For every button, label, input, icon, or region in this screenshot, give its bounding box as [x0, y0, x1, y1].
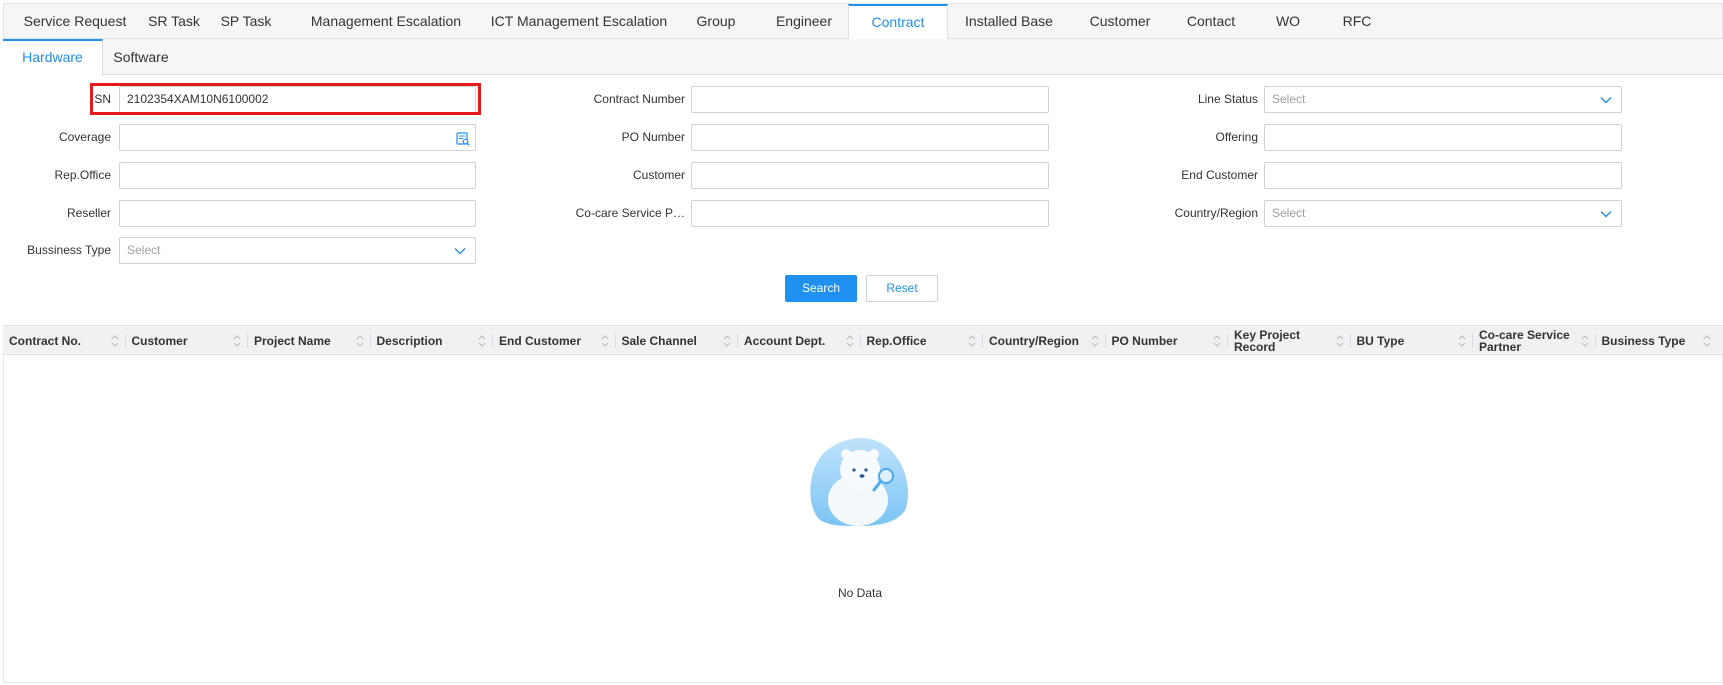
sort-icon[interactable]	[1702, 332, 1712, 350]
cocare-partner-input[interactable]	[691, 200, 1049, 227]
tab-engineer[interactable]: Engineer	[762, 4, 846, 39]
business-type-select[interactable]: Select	[119, 237, 476, 264]
po-number-label: PO Number	[621, 130, 685, 144]
tab-management-escalation[interactable]: Management Escalation	[294, 4, 478, 39]
end-customer-label: End Customer	[1181, 168, 1258, 182]
column-header[interactable]: PO Number	[1106, 326, 1228, 356]
chevron-down-icon	[1599, 87, 1613, 112]
sort-icon[interactable]	[1457, 332, 1467, 350]
column-header[interactable]: Sale Channel	[616, 326, 738, 356]
sort-icon[interactable]	[1090, 332, 1100, 350]
column-header[interactable]: Customer	[126, 326, 248, 356]
column-header-label: Account Dept.	[744, 334, 826, 348]
sort-icon[interactable]	[967, 332, 977, 350]
business-type-placeholder: Select	[127, 243, 161, 257]
chevron-down-icon	[453, 238, 467, 263]
sort-icon[interactable]	[355, 332, 365, 350]
contract-number-label: Contract Number	[593, 92, 685, 106]
coverage-label: Coverage	[58, 130, 111, 144]
column-header-label: Co-care Service Partner	[1479, 328, 1570, 354]
po-number-input[interactable]	[691, 124, 1049, 151]
tab-installed-base[interactable]: Installed Base	[956, 4, 1062, 39]
column-header[interactable]: Rep.Office	[861, 326, 983, 356]
empty-state-text: No Data	[837, 586, 883, 600]
tab-software[interactable]: Software	[103, 39, 179, 75]
chevron-down-icon	[1599, 201, 1613, 226]
coverage-input[interactable]	[119, 124, 476, 151]
offering-input[interactable]	[1264, 124, 1622, 151]
line-status-placeholder: Select	[1272, 92, 1306, 106]
tab-contract[interactable]: Contract	[848, 4, 948, 40]
column-header-label: BU Type	[1356, 334, 1405, 348]
rep-office-input[interactable]	[119, 162, 476, 189]
column-header-label: Business Type	[1601, 334, 1686, 348]
country-region-select[interactable]: Select	[1264, 200, 1622, 227]
line-status-label: Line Status	[1197, 92, 1258, 106]
polar-bear-empty-illustration	[800, 430, 920, 530]
rep-office-label: Rep.Office	[54, 168, 111, 182]
sort-icon[interactable]	[232, 332, 242, 350]
business-type-label: Bussiness Type	[27, 243, 111, 257]
column-header-label: Project Name	[254, 334, 331, 348]
column-header[interactable]: Account Dept.	[738, 326, 861, 356]
sort-icon[interactable]	[1212, 332, 1222, 350]
tab-sp-task[interactable]: SP Task	[210, 4, 282, 39]
main-tab-bar: Service Request SR Task SP Task Manageme…	[3, 3, 1723, 40]
tab-group[interactable]: Group	[676, 4, 756, 39]
tab-sr-task[interactable]: SR Task	[138, 4, 210, 39]
end-customer-input[interactable]	[1264, 162, 1622, 189]
sort-icon[interactable]	[722, 332, 732, 350]
column-header-label: Description	[376, 334, 443, 348]
sub-tab-bar: Hardware Software	[3, 39, 1723, 76]
column-header-label: Country/Region	[989, 334, 1079, 348]
sort-icon[interactable]	[845, 332, 855, 350]
column-header-label: Sale Channel	[621, 334, 697, 348]
column-header[interactable]: Country/Region	[983, 326, 1106, 356]
tab-contact[interactable]: Contact	[1168, 4, 1254, 39]
column-header[interactable]: End Customer	[493, 326, 616, 356]
reset-button[interactable]: Reset	[866, 275, 938, 302]
tab-wo[interactable]: WO	[1258, 4, 1318, 39]
sort-icon[interactable]	[1335, 332, 1345, 350]
search-button[interactable]: Search	[785, 275, 857, 302]
column-header[interactable]: Co-care Service Partner	[1473, 326, 1596, 356]
column-header[interactable]: Contract No.	[3, 326, 126, 356]
customer-label: Customer	[632, 168, 685, 182]
tab-service-request[interactable]: Service Request	[12, 4, 138, 39]
column-header-label: Rep.Office	[866, 334, 927, 348]
reseller-label: Reseller	[66, 206, 111, 220]
column-header-label: Customer	[131, 334, 188, 348]
column-header[interactable]: Business Type	[1596, 326, 1719, 356]
cocare-partner-label: Co-care Service P…	[575, 206, 685, 220]
column-header-label: PO Number	[1111, 334, 1178, 348]
country-region-label: Country/Region	[1174, 206, 1258, 220]
column-header-label: Contract No.	[9, 334, 81, 348]
tab-ict-management-escalation[interactable]: ICT Management Escalation	[482, 4, 676, 39]
contract-number-input[interactable]	[691, 86, 1049, 113]
customer-input[interactable]	[691, 162, 1049, 189]
column-header[interactable]: BU Type	[1351, 326, 1473, 356]
offering-label: Offering	[1215, 130, 1258, 144]
column-header[interactable]: Project Name	[248, 326, 371, 356]
sort-icon[interactable]	[1580, 332, 1590, 350]
sort-icon[interactable]	[600, 332, 610, 350]
results-table-header: Contract No. Customer Project Name Descript…	[3, 325, 1723, 355]
reseller-input[interactable]	[119, 200, 476, 227]
column-header-label: End Customer	[499, 334, 582, 348]
country-region-placeholder: Select	[1272, 206, 1306, 220]
sort-icon[interactable]	[110, 332, 120, 350]
sn-highlight-box	[90, 83, 481, 115]
tab-customer[interactable]: Customer	[1074, 4, 1166, 39]
sort-icon[interactable]	[477, 332, 487, 350]
column-header-label: Key Project Record	[1234, 328, 1301, 354]
column-header[interactable]: Key Project Record	[1228, 326, 1351, 356]
tab-rfc[interactable]: RFC	[1322, 4, 1392, 39]
line-status-select[interactable]: Select	[1264, 86, 1622, 113]
column-header[interactable]: Description	[371, 326, 493, 356]
tab-hardware[interactable]: Hardware	[3, 39, 103, 76]
lookup-icon[interactable]	[456, 130, 470, 146]
